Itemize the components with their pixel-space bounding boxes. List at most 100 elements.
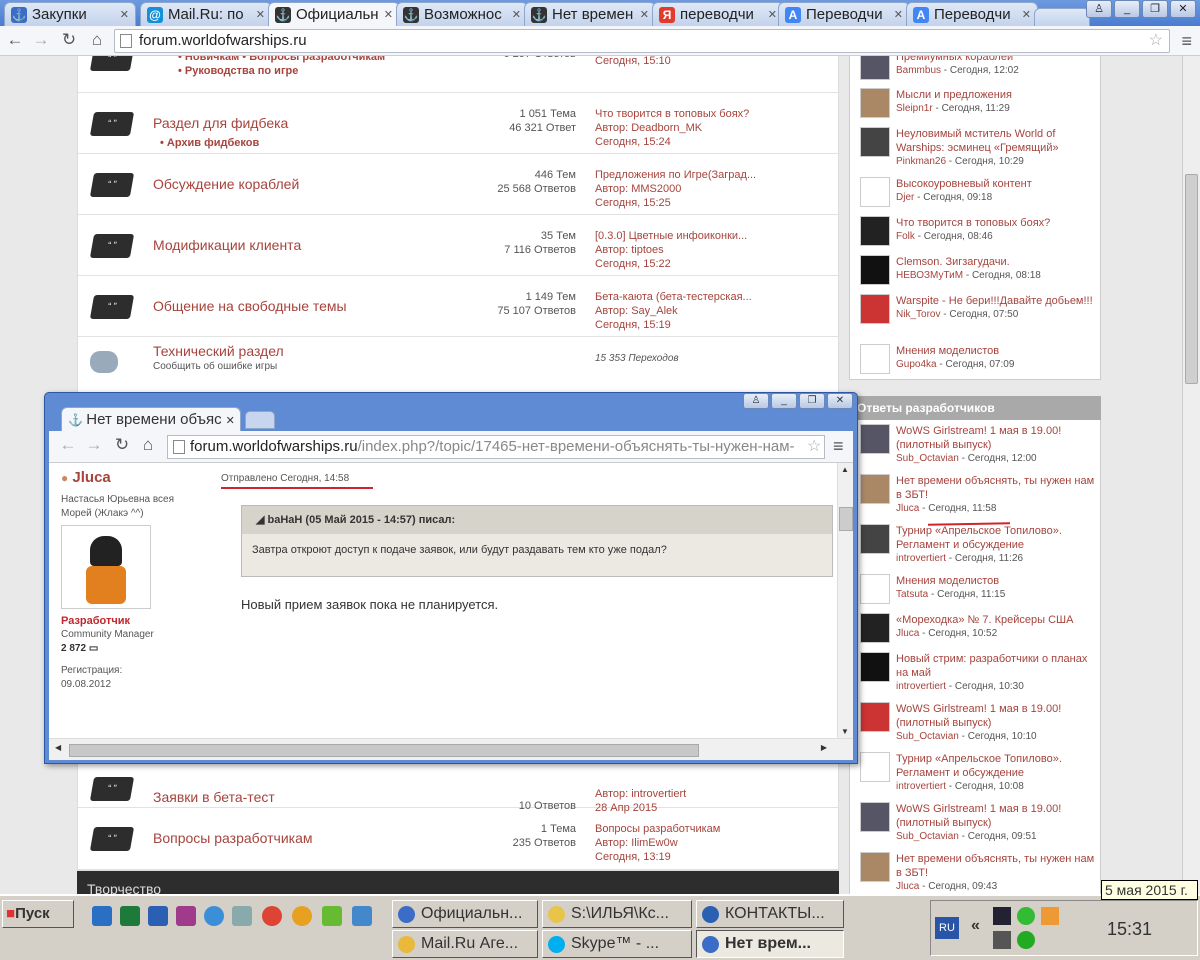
user-icon[interactable]: ♙ bbox=[1086, 0, 1112, 18]
home-icon[interactable]: ⌂ bbox=[86, 30, 108, 50]
taskbar-button[interactable]: Официальн... bbox=[392, 900, 538, 928]
sidebar-topic-title[interactable]: Нет времени объяснять, ты нужен нам в ЗБ… bbox=[896, 852, 1100, 880]
sidebar-topic-title[interactable]: Мнения моделистов bbox=[896, 574, 1100, 588]
forum-title[interactable]: Модификации клиента bbox=[153, 237, 301, 253]
sidebar-topic-title[interactable]: Новый стрим: разработчики о планах на ма… bbox=[896, 652, 1100, 680]
start-button[interactable]: ■Пуск bbox=[2, 900, 74, 928]
popup-vertical-scrollbar[interactable]: ▲ ▼ bbox=[837, 463, 853, 738]
user-icon[interactable]: ♙ bbox=[743, 393, 769, 409]
forum-row[interactable]: “ ” Раздел для фидбека • Архив фидбеков 1 0… bbox=[78, 93, 838, 154]
taskbar-button[interactable]: Нет врем... bbox=[696, 930, 844, 958]
sidebar-topic-user[interactable]: introvertiert bbox=[896, 553, 946, 564]
sidebar-topic-title[interactable]: Высокоуровневый контент bbox=[896, 177, 1100, 191]
close-tab-icon[interactable]: ✕ bbox=[768, 8, 777, 21]
page-scrollbar[interactable] bbox=[1182, 56, 1200, 894]
forum-row[interactable]: “ ” Обсуждение кораблей 446 Тем 25 568 Отве… bbox=[78, 154, 838, 215]
reload-icon[interactable]: ↻ bbox=[111, 435, 133, 455]
sidebar-topic-user[interactable]: Sub_Octavian bbox=[896, 453, 959, 464]
bookmark-star-icon[interactable]: ☆ bbox=[1149, 30, 1163, 52]
forum-row[interactable]: “ ” • Новичкам • Вопросы разработчикам • Р… bbox=[78, 56, 838, 93]
sidebar-topic-user[interactable]: Tatsuta bbox=[896, 589, 928, 600]
sidebar-topic[interactable]: Новый стрим: разработчики о планах на ма… bbox=[850, 648, 1100, 698]
popup-tab[interactable]: ⚓ Нет времени объяс ✕ bbox=[61, 407, 241, 431]
sidebar-topic-user[interactable]: Folk bbox=[896, 231, 915, 242]
browser-tab[interactable]: ⚓ Закупки ✕ bbox=[4, 2, 136, 26]
sidebar-topic[interactable]: Премиумных кораблей Bammbus - Сегодня, 12… bbox=[850, 56, 1100, 84]
sidebar-topic-user[interactable]: Bammbus bbox=[896, 65, 941, 76]
forum-title[interactable]: Общение на свободные темы bbox=[153, 298, 347, 314]
maximize-button[interactable]: ❐ bbox=[1142, 0, 1168, 18]
media-icon[interactable] bbox=[292, 906, 312, 926]
maximize-button[interactable]: ❐ bbox=[799, 393, 825, 409]
sidebar-topic[interactable]: «Мореходка» № 7. Крейсеры США Jluca - Сег… bbox=[850, 609, 1100, 648]
forward-icon[interactable]: → bbox=[83, 435, 105, 455]
sidebar-topic-user[interactable]: Djer bbox=[896, 192, 914, 203]
sidebar-topic[interactable]: Warspite - Не бери!!!Давайте добьем!!! Ni… bbox=[850, 290, 1100, 340]
word-icon[interactable] bbox=[148, 906, 168, 926]
forum-title[interactable]: Технический раздел bbox=[153, 343, 284, 359]
chrome-icon[interactable] bbox=[262, 906, 282, 926]
sidebar-topic-user[interactable]: Pinkman26 bbox=[896, 156, 946, 167]
avatar[interactable] bbox=[860, 702, 890, 732]
sidebar-topic[interactable]: WoWS Girlstream! 1 мая в 19.00! (пилотны… bbox=[850, 698, 1100, 748]
avatar[interactable] bbox=[860, 852, 890, 882]
last-post-date[interactable]: Сегодня, 15:25 bbox=[595, 196, 765, 210]
sidebar-topic[interactable]: WoWS Girlstream! 1 мая в 19.00! (пилотны… bbox=[850, 798, 1100, 848]
last-post-date[interactable]: Сегодня, 15:19 bbox=[595, 318, 765, 332]
sidebar-topic-user[interactable]: Sleipn1r bbox=[896, 103, 933, 114]
tray-expand-icon[interactable]: « bbox=[971, 917, 980, 935]
browser-tab[interactable]: @ Mail.Ru: по ✕ bbox=[140, 2, 272, 26]
sidebar-topic-user[interactable]: Nik_Torov bbox=[896, 309, 940, 320]
forum-title[interactable]: Заявки в бета-тест bbox=[153, 789, 275, 805]
sidebar-topic-title[interactable]: Что творится в топовых боях? bbox=[896, 216, 1100, 230]
forum-row-tech[interactable]: Технический раздел Сообщить об ошибке игр… bbox=[78, 337, 838, 397]
home-icon[interactable]: ⌂ bbox=[137, 435, 159, 455]
avatar[interactable] bbox=[860, 752, 890, 782]
last-post-date[interactable]: Сегодня, 13:19 bbox=[595, 850, 765, 864]
sidebar-topic-title[interactable]: WoWS Girlstream! 1 мая в 19.00! (пилотны… bbox=[896, 802, 1100, 830]
books-icon[interactable] bbox=[176, 906, 196, 926]
back-icon[interactable]: ← bbox=[57, 435, 79, 455]
forward-icon[interactable]: → bbox=[30, 30, 52, 50]
avatar[interactable] bbox=[860, 177, 890, 207]
sidebar-topic[interactable]: Мнения моделистов Tatsuta - Сегодня, 11:1… bbox=[850, 570, 1100, 609]
ie-icon[interactable] bbox=[204, 906, 224, 926]
sidebar-topic-title[interactable]: Clemson. Зигзагудачи. bbox=[896, 255, 1100, 269]
browser-tab[interactable]: Япереводчи ✕ bbox=[652, 2, 784, 26]
taskbar-button[interactable]: S:\ИЛЬЯ\Кс... bbox=[542, 900, 692, 928]
close-tab-icon[interactable]: ✕ bbox=[120, 8, 129, 21]
subforum-links[interactable]: • Архив фидбеков bbox=[160, 137, 259, 149]
sidebar-topic-user[interactable]: Jluca bbox=[896, 881, 919, 892]
sidebar-topic[interactable]: WoWS Girlstream! 1 мая в 19.00! (пилотны… bbox=[850, 420, 1100, 470]
close-tab-icon[interactable]: ✕ bbox=[640, 8, 649, 21]
last-post-title[interactable]: Вопросы разработчикам bbox=[595, 822, 765, 836]
sidebar-topic-title[interactable]: «Мореходка» № 7. Крейсеры США bbox=[896, 613, 1100, 627]
close-tab-icon[interactable]: ✕ bbox=[512, 8, 521, 21]
clock[interactable]: 15:31 bbox=[1107, 919, 1152, 940]
sidebar-topic-title[interactable]: WoWS Girlstream! 1 мая в 19.00! (пилотны… bbox=[896, 702, 1100, 730]
tray-app-icon[interactable] bbox=[1017, 931, 1035, 949]
sidebar-topic-title[interactable]: Warspite - Не бери!!!Давайте добьем!!! bbox=[896, 294, 1100, 308]
quicklaunch-icon[interactable] bbox=[92, 906, 112, 926]
tray-check-icon[interactable] bbox=[1017, 907, 1035, 925]
avatar[interactable] bbox=[860, 294, 890, 324]
sidebar-topic-user[interactable]: Jluca bbox=[896, 503, 919, 514]
browser-tab[interactable]: A Переводчи ✕ bbox=[906, 2, 1038, 26]
last-post-author[interactable]: Автор: Say_Alek bbox=[595, 304, 765, 318]
subforum-links[interactable]: • Руководства по игре bbox=[178, 65, 298, 77]
browser-tab[interactable]: ⚓ Возможнос ✕ bbox=[396, 2, 528, 26]
close-window-button[interactable]: ✕ bbox=[827, 393, 853, 409]
taskbar-button[interactable]: Skype™ - ... bbox=[542, 930, 692, 958]
sidebar-topic-user[interactable]: introvertiert bbox=[896, 781, 946, 792]
last-post-author[interactable]: Автор: tiptoes bbox=[595, 243, 765, 257]
post-author[interactable]: ● Jluca bbox=[61, 469, 111, 486]
sidebar-topic[interactable]: Турнир «Апрельское Топилово». Регламент … bbox=[850, 748, 1100, 798]
tray-app-icon[interactable] bbox=[1041, 907, 1059, 925]
close-tab-icon[interactable]: ✕ bbox=[384, 8, 393, 21]
browser-tab[interactable]: A Переводчи ✕ bbox=[778, 2, 910, 26]
sidebar-topic-title[interactable]: Премиумных кораблей bbox=[896, 56, 1100, 64]
last-post-title[interactable]: Автор: introvertiert bbox=[595, 787, 765, 801]
forum-row[interactable]: “ ” Вопросы разработчикам 1 Тема 235 Ответо… bbox=[78, 808, 838, 870]
browser-tab[interactable]: ⚓ Официальн ✕ bbox=[268, 2, 400, 26]
camera-icon[interactable] bbox=[232, 906, 252, 926]
